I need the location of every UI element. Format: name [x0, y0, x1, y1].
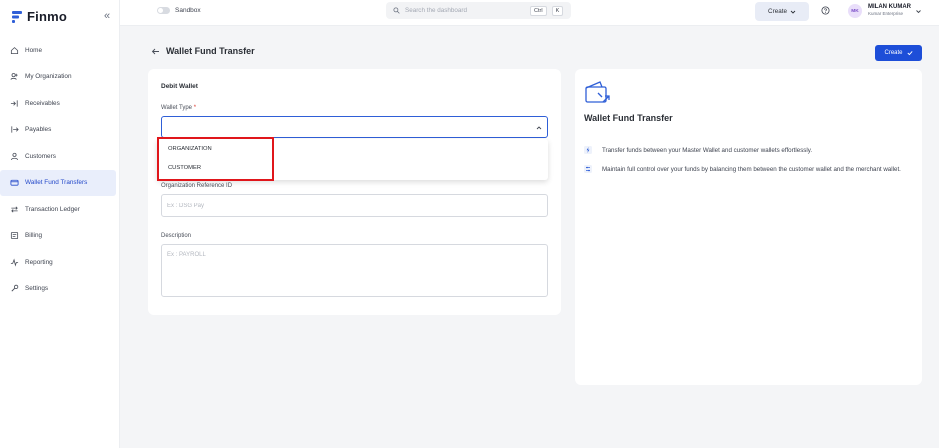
brand[interactable]: Finmo — [10, 9, 67, 24]
receivables-icon — [10, 100, 18, 107]
create-button[interactable]: Create — [875, 45, 922, 61]
org-ref-label: Organization Reference ID — [161, 183, 233, 189]
user-menu-chevron-icon[interactable] — [915, 8, 922, 15]
top-header: Sandbox Ctrl K Create MK MILAN KUMAR Kum… — [120, 0, 939, 26]
create-menu-button[interactable]: Create — [755, 2, 809, 21]
option-customer[interactable]: CUSTOMER — [168, 165, 201, 171]
search-icon — [393, 7, 400, 14]
user-info[interactable]: MILAN KUMAR Kumar Enterprise — [868, 4, 911, 16]
wallet-icon — [10, 180, 19, 186]
sandbox-label: Sandbox — [175, 7, 201, 14]
wallet-type-dropdown: ORGANIZATION CUSTOMER — [157, 139, 548, 180]
sidebar-item-label: Wallet Fund Transfers — [25, 179, 88, 187]
description-label: Description — [161, 233, 192, 239]
sandbox-toggle[interactable] — [157, 7, 170, 14]
info-point: Transfer funds between your Master Walle… — [584, 145, 902, 156]
sidebar-item-label: Receivables — [25, 99, 60, 107]
user-name: MILAN KUMAR — [868, 4, 911, 10]
sidebar-item-label: Payables — [25, 126, 52, 134]
sidebar-item-label: Billing — [25, 232, 43, 240]
sidebar-item-payables[interactable]: Payables — [0, 117, 120, 144]
sidebar-item-my-organization[interactable]: My Organization — [0, 64, 120, 91]
sidebar-item-wallet-fund-transfers[interactable]: Wallet Fund Transfers — [0, 169, 116, 196]
sidebar: Finmo « Home My Organization Receivables… — [0, 0, 120, 448]
sidebar-item-label: Customers — [25, 152, 56, 160]
page-header: Wallet Fund Transfer — [151, 46, 255, 56]
lightning-icon — [584, 146, 592, 154]
info-point-text: Maintain full control over your funds by… — [602, 166, 901, 173]
organization-icon — [10, 73, 18, 81]
section-title: Debit Wallet — [161, 83, 198, 90]
info-card: Wallet Fund Transfer Transfer funds betw… — [575, 69, 922, 385]
required-mark: * — [193, 105, 197, 111]
page-title: Wallet Fund Transfer — [166, 46, 255, 56]
customers-icon — [10, 152, 19, 160]
info-point: Maintain full control over your funds by… — [584, 164, 902, 175]
sidebar-nav: Home My Organization Receivables Payable… — [0, 37, 120, 302]
wallet-type-label: Wallet Type * — [161, 105, 196, 111]
balance-sliders-icon — [584, 165, 592, 173]
sidebar-item-label: Home — [25, 46, 43, 54]
option-organization[interactable]: ORGANIZATION — [168, 146, 212, 152]
help-icon[interactable] — [821, 6, 830, 15]
sidebar-item-home[interactable]: Home — [0, 37, 120, 64]
sidebar-item-customers[interactable]: Customers — [0, 143, 120, 170]
sidebar-item-transaction-ledger[interactable]: Transaction Ledger — [0, 196, 120, 223]
shortcut-key-k: K — [551, 5, 564, 16]
info-title: Wallet Fund Transfer — [584, 113, 673, 123]
avatar[interactable]: MK — [848, 4, 862, 18]
org-ref-input[interactable] — [161, 194, 548, 217]
search-input[interactable] — [405, 7, 525, 14]
sidebar-item-billing[interactable]: Billing — [0, 223, 120, 250]
search-bar[interactable]: Ctrl K — [386, 2, 571, 19]
collapse-sidebar-icon[interactable]: « — [104, 10, 110, 22]
home-icon — [10, 46, 19, 54]
reporting-icon — [10, 258, 19, 267]
sidebar-item-label: Reporting — [25, 258, 53, 266]
chevron-up-icon — [536, 126, 542, 130]
check-icon — [906, 51, 913, 56]
sidebar-item-label: My Organization — [25, 73, 72, 81]
wallet-type-label-text: Wallet Type — [161, 105, 193, 111]
back-arrow-icon[interactable] — [151, 47, 160, 56]
ledger-icon — [11, 206, 18, 213]
sidebar-item-label: Transaction Ledger — [25, 205, 80, 213]
sidebar-item-settings[interactable]: Settings — [0, 276, 120, 303]
wallet-transfer-icon — [585, 81, 610, 103]
info-point-text: Transfer funds between your Master Walle… — [602, 147, 813, 154]
shortcut-key-ctrl: Ctrl — [530, 5, 547, 16]
sidebar-item-reporting[interactable]: Reporting — [0, 249, 120, 276]
sidebar-item-receivables[interactable]: Receivables — [0, 90, 120, 117]
description-input[interactable] — [161, 244, 548, 297]
wallet-type-select[interactable] — [161, 116, 548, 138]
payables-icon — [11, 126, 19, 133]
settings-icon — [11, 285, 19, 292]
billing-icon — [10, 232, 19, 240]
create-button-label: Create — [884, 50, 903, 56]
chevron-down-icon — [790, 10, 796, 14]
finmo-logo-icon — [12, 10, 22, 23]
brand-name: Finmo — [27, 9, 67, 24]
create-menu-label: Create — [768, 8, 787, 15]
user-org: Kumar Enterprise — [868, 11, 904, 16]
debit-wallet-card: Debit Wallet Wallet Type * Organization … — [148, 69, 561, 315]
sandbox-toggle-group: Sandbox — [157, 7, 201, 14]
sidebar-item-label: Settings — [25, 285, 49, 293]
